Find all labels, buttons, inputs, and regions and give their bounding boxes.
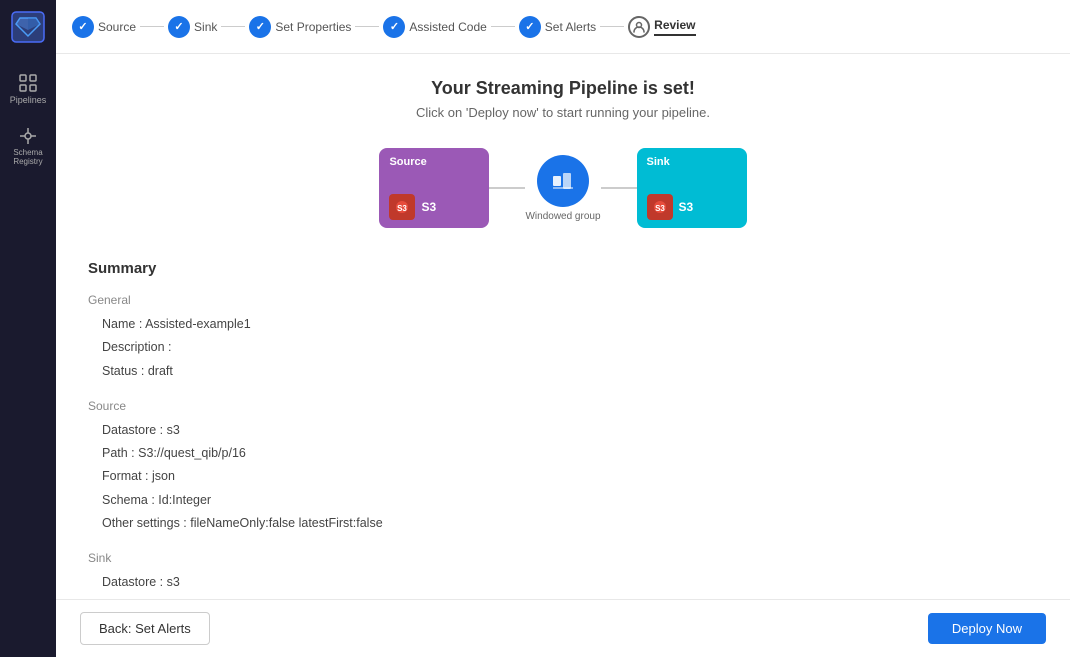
step-sink-circle: ✓ bbox=[168, 16, 190, 38]
step-sink-label: Sink bbox=[194, 20, 217, 34]
source-format: Format : json bbox=[88, 465, 788, 488]
pipeline-subtitle: Click on 'Deploy now' to start running y… bbox=[88, 105, 1038, 120]
pipelines-icon bbox=[18, 73, 38, 93]
step-divider-2 bbox=[221, 26, 245, 27]
step-review-circle bbox=[628, 16, 650, 38]
step-sink[interactable]: ✓ Sink bbox=[168, 16, 217, 38]
pipelines-label: Pipelines bbox=[10, 96, 47, 106]
step-source[interactable]: ✓ Source bbox=[72, 16, 136, 38]
svg-text:S3: S3 bbox=[655, 204, 665, 213]
step-assisted-code-label: Assisted Code bbox=[409, 20, 486, 34]
main-content: ✓ Source ✓ Sink ✓ Set Properties ✓ Assis… bbox=[56, 0, 1070, 657]
summary-section: Summary General Name : Assisted-example1… bbox=[88, 260, 788, 599]
step-review[interactable]: Review bbox=[628, 16, 695, 38]
step-assisted-code[interactable]: ✓ Assisted Code bbox=[383, 16, 486, 38]
connector-right bbox=[601, 187, 637, 189]
deploy-button[interactable]: Deploy Now bbox=[928, 613, 1046, 644]
step-set-alerts[interactable]: ✓ Set Alerts bbox=[519, 16, 596, 38]
source-node-bottom: S3 S3 bbox=[389, 194, 479, 220]
step-source-circle: ✓ bbox=[72, 16, 94, 38]
sink-path: Path : s3://quest_qib/p/17 bbox=[88, 594, 788, 599]
summary-group-source: Source Datastore : s3 Path : S3://quest_… bbox=[88, 399, 788, 535]
sidebar-item-schema[interactable]: Schema Registry bbox=[4, 120, 52, 173]
summary-group-sink: Sink Datastore : s3 Path : s3://quest_qi… bbox=[88, 551, 788, 599]
source-node-title: Source bbox=[389, 156, 479, 168]
step-divider-1 bbox=[140, 26, 164, 27]
step-divider-3 bbox=[355, 26, 379, 27]
pipeline-diagram: Source S3 S3 bbox=[88, 148, 1038, 228]
source-node: Source S3 S3 bbox=[379, 148, 489, 228]
schema-icon bbox=[18, 126, 38, 146]
sink-node: Sink S3 S3 bbox=[637, 148, 747, 228]
step-set-alerts-circle: ✓ bbox=[519, 16, 541, 38]
sink-node-bottom: S3 S3 bbox=[647, 194, 737, 220]
step-divider-5 bbox=[600, 26, 624, 27]
sink-node-text: S3 bbox=[679, 200, 694, 214]
source-other-settings: Other settings : fileNameOnly:false late… bbox=[88, 512, 788, 535]
schema-label: Schema Registry bbox=[8, 149, 48, 167]
step-set-properties-circle: ✓ bbox=[249, 16, 271, 38]
summary-title: Summary bbox=[88, 260, 788, 277]
general-group-title: General bbox=[88, 293, 788, 307]
sink-group-title: Sink bbox=[88, 551, 788, 565]
source-node-icon: S3 bbox=[389, 194, 415, 220]
step-review-label: Review bbox=[654, 18, 695, 36]
stepper-nav: ✓ Source ✓ Sink ✓ Set Properties ✓ Assis… bbox=[56, 0, 1070, 54]
page-content: Your Streaming Pipeline is set! Click on… bbox=[56, 54, 1070, 599]
svg-text:S3: S3 bbox=[398, 204, 408, 213]
source-datastore: Datastore : s3 bbox=[88, 419, 788, 442]
step-divider-4 bbox=[491, 26, 515, 27]
sink-node-icon: S3 bbox=[647, 194, 673, 220]
footer: Back: Set Alerts Deploy Now bbox=[56, 599, 1070, 657]
source-node-text: S3 bbox=[421, 200, 436, 214]
back-button[interactable]: Back: Set Alerts bbox=[80, 612, 210, 645]
middle-node-wrap: Windowed group bbox=[525, 155, 600, 222]
windowed-group-label: Windowed group bbox=[525, 211, 600, 222]
sink-datastore: Datastore : s3 bbox=[88, 571, 788, 594]
step-set-properties[interactable]: ✓ Set Properties bbox=[249, 16, 351, 38]
source-path: Path : S3://quest_qib/p/16 bbox=[88, 442, 788, 465]
connector-left bbox=[489, 187, 525, 189]
summary-group-general: General Name : Assisted-example1 Descrip… bbox=[88, 293, 788, 383]
pipeline-title: Your Streaming Pipeline is set! bbox=[88, 78, 1038, 99]
sidebar-item-pipelines[interactable]: Pipelines bbox=[4, 67, 52, 112]
general-status: Status : draft bbox=[88, 360, 788, 383]
windowed-group-node bbox=[537, 155, 589, 207]
sidebar: Pipelines Schema Registry bbox=[0, 0, 56, 657]
source-schema: Schema : Id:Integer bbox=[88, 489, 788, 512]
app-logo bbox=[8, 10, 48, 49]
general-name: Name : Assisted-example1 bbox=[88, 313, 788, 336]
step-assisted-code-circle: ✓ bbox=[383, 16, 405, 38]
step-source-label: Source bbox=[98, 20, 136, 34]
sink-node-title: Sink bbox=[647, 156, 737, 168]
source-group-title: Source bbox=[88, 399, 788, 413]
step-set-alerts-label: Set Alerts bbox=[545, 20, 596, 34]
step-set-properties-label: Set Properties bbox=[275, 20, 351, 34]
general-description: Description : bbox=[88, 336, 788, 359]
